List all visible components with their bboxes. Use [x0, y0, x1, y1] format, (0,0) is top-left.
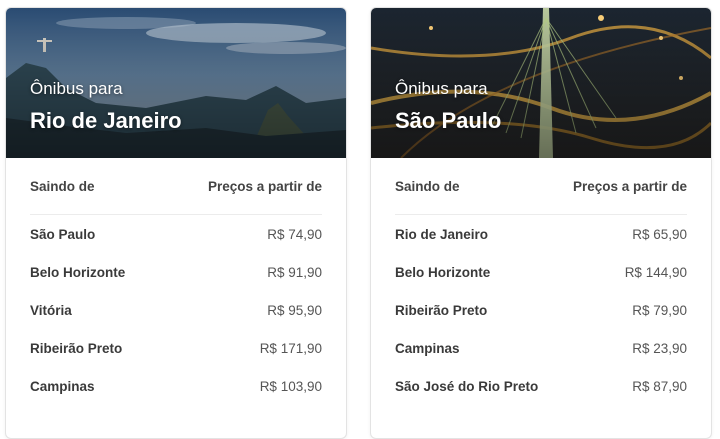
table-header: Saindo de Preços a partir de — [30, 158, 322, 215]
route-row[interactable]: Campinas R$ 23,90 — [395, 329, 687, 367]
destination-city-title: Rio de Janeiro — [30, 108, 182, 133]
route-price: R$ 87,90 — [632, 378, 687, 394]
origin-city: São José do Rio Preto — [395, 378, 539, 394]
route-price: R$ 144,90 — [624, 264, 687, 280]
origin-city: Campinas — [30, 378, 95, 394]
origin-city: São Paulo — [30, 226, 96, 242]
card-subtitle: Ônibus para — [395, 79, 488, 98]
route-price: R$ 95,90 — [267, 302, 322, 318]
destination-city-title: São Paulo — [395, 108, 502, 133]
hero-image-rio-de-janeiro[interactable]: Ônibus para Rio de Janeiro — [6, 8, 346, 158]
card-subtitle: Ônibus para — [30, 79, 123, 98]
route-row[interactable]: Belo Horizonte R$ 144,90 — [395, 253, 687, 291]
route-price: R$ 23,90 — [632, 340, 687, 356]
route-price: R$ 74,90 — [267, 226, 322, 242]
destination-card-sao-paulo[interactable]: Ônibus para São Paulo Saindo de Preços a… — [370, 7, 712, 439]
route-row[interactable]: Ribeirão Preto R$ 79,90 — [395, 291, 687, 329]
table-header: Saindo de Preços a partir de — [395, 158, 687, 215]
column-header-origin: Saindo de — [395, 178, 460, 194]
origin-city: Belo Horizonte — [395, 264, 491, 280]
route-row[interactable]: Ribeirão Preto R$ 171,90 — [30, 329, 322, 367]
route-row[interactable]: São Paulo R$ 74,90 — [30, 215, 322, 253]
route-price: R$ 171,90 — [259, 340, 322, 356]
price-table: Saindo de Preços a partir de Rio de Jane… — [371, 158, 711, 405]
route-row[interactable]: São José do Rio Preto R$ 87,90 — [395, 367, 687, 405]
column-header-price: Preços a partir de — [207, 178, 322, 194]
route-price: R$ 65,90 — [632, 226, 687, 242]
origin-city: Rio de Janeiro — [395, 226, 489, 242]
route-row[interactable]: Campinas R$ 103,90 — [30, 367, 322, 405]
route-price: R$ 91,90 — [267, 264, 322, 280]
origin-city: Ribeirão Preto — [30, 340, 123, 356]
destination-card-rio-de-janeiro[interactable]: Ônibus para Rio de Janeiro Saindo de Pre… — [5, 7, 347, 439]
route-price: R$ 79,90 — [632, 302, 687, 318]
column-header-price: Preços a partir de — [572, 178, 687, 194]
route-row[interactable]: Belo Horizonte R$ 91,90 — [30, 253, 322, 291]
route-row[interactable]: Rio de Janeiro R$ 65,90 — [395, 215, 687, 253]
origin-city: Belo Horizonte — [30, 264, 126, 280]
origin-city: Vitória — [30, 302, 72, 318]
column-header-origin: Saindo de — [30, 178, 95, 194]
price-table: Saindo de Preços a partir de São Paulo R… — [6, 158, 346, 405]
route-row[interactable]: Vitória R$ 95,90 — [30, 291, 322, 329]
route-price: R$ 103,90 — [259, 378, 322, 394]
origin-city: Ribeirão Preto — [395, 302, 488, 318]
hero-image-sao-paulo[interactable]: Ônibus para São Paulo — [371, 8, 711, 158]
origin-city: Campinas — [395, 340, 460, 356]
